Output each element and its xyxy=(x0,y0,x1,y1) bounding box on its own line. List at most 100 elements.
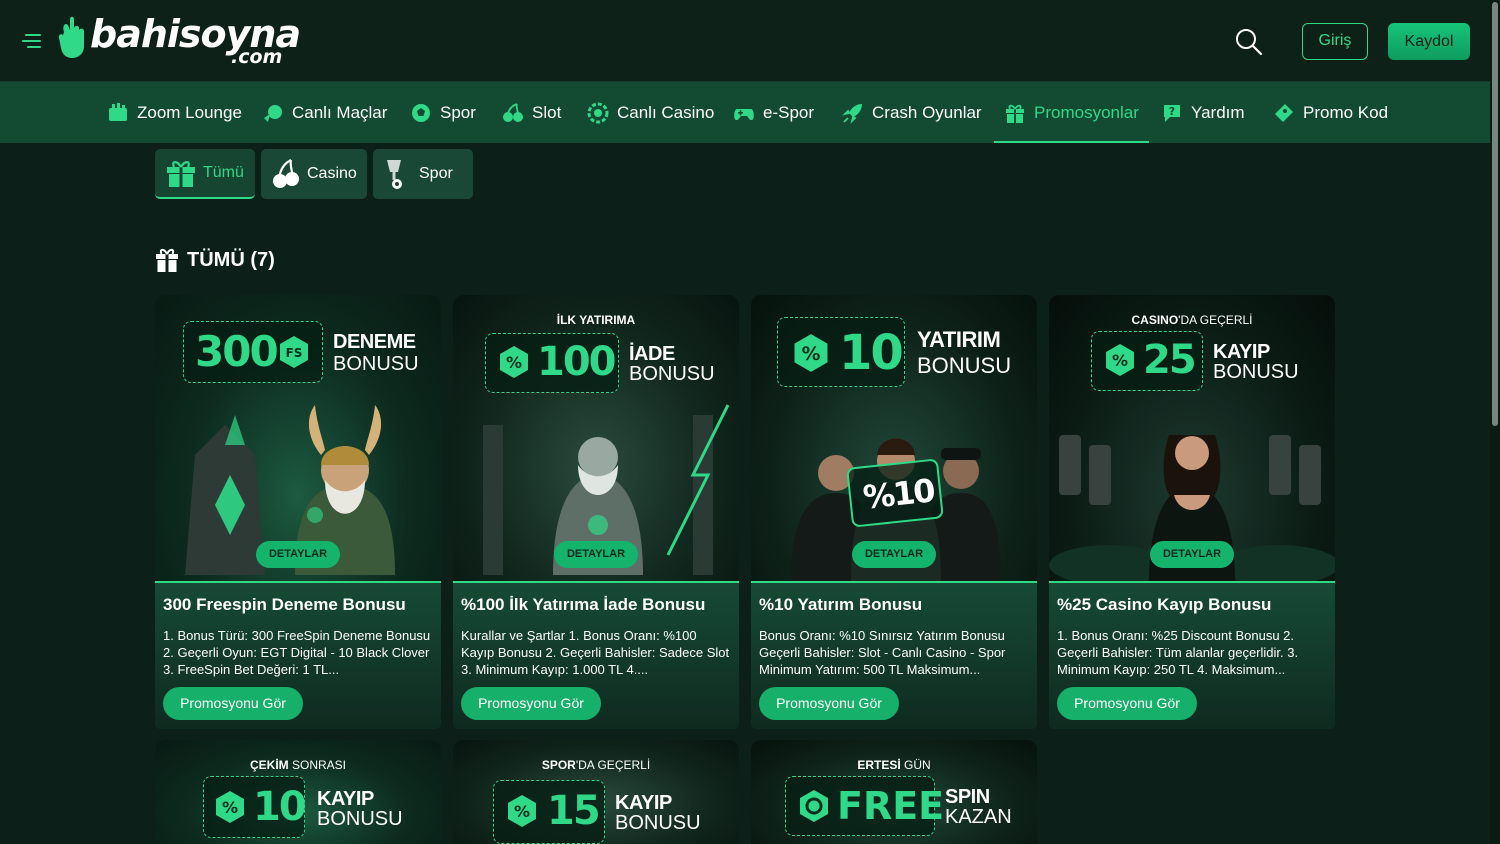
filter-tab-spor[interactable]: Spor xyxy=(373,149,473,199)
hero-word-secondary: BONUSU xyxy=(317,808,403,830)
promo-card: % 10 YATIRIM BONUSU %10 DETAYLAR %10 Yat… xyxy=(751,295,1037,729)
filter-label: Spor xyxy=(419,165,453,182)
menu-icon[interactable] xyxy=(19,32,41,50)
ticket-icon xyxy=(1275,103,1293,122)
help-icon: ? xyxy=(1164,104,1180,122)
promo-banner[interactable]: 300 FS DENEME BONUSU DETAYLAR xyxy=(155,295,441,581)
register-button[interactable]: Kaydol xyxy=(1388,23,1470,60)
details-button[interactable]: DETAYLAR xyxy=(852,541,936,568)
trophy-icon xyxy=(387,160,402,189)
promo-description: 1. Bonus Türü: 300 FreeSpin Deneme Bonus… xyxy=(163,628,431,677)
main-nav: Zoom Lounge Canlı Maçlar Spor Slot Canlı… xyxy=(0,82,1490,143)
promo-banner[interactable]: İLK YATIRIMA % 100 İADE BONUSU DETAYLAR xyxy=(453,295,739,581)
nav-item-canli-maclar[interactable]: Canlı Maçlar xyxy=(262,82,387,143)
view-promo-button[interactable]: Promosyonu Gör xyxy=(1057,687,1197,720)
cherry-icon xyxy=(503,102,523,122)
details-button[interactable]: DETAYLAR xyxy=(1150,541,1234,568)
percent-sign-text: %10 xyxy=(861,471,936,517)
nav-item-yardim[interactable]: ? Yardım xyxy=(1161,82,1245,143)
promo-banner[interactable]: ÇEKİM SONRASI % 10 KAYIP BONUSU xyxy=(155,740,441,844)
nav-item-promosyonlar[interactable]: Promosyonlar xyxy=(994,82,1149,143)
hero-caption: ERTESİ GÜN xyxy=(857,758,931,772)
nav-label: Slot xyxy=(532,102,562,122)
svg-text:%: % xyxy=(222,798,238,817)
section-title: TÜMÜ (7) xyxy=(187,248,275,271)
promo-title: %10 Yatırım Bonusu xyxy=(759,595,923,614)
nav-label: Canlı Casino xyxy=(617,102,715,122)
search-icon[interactable] xyxy=(1234,27,1264,57)
nav-item-spor[interactable]: Spor xyxy=(410,82,476,143)
promo-description: Bonus Oranı: %10 Sınırsız Yatırım Bonusu… xyxy=(759,628,1006,677)
hero-caption: İLK YATIRIMA xyxy=(556,313,636,327)
svg-text:%: % xyxy=(802,344,821,365)
hero-caption: CASINO'DA GEÇERLİ xyxy=(1131,313,1253,327)
brand-logo[interactable]: bahisoyna .com xyxy=(58,12,301,70)
view-promo-button[interactable]: Promosyonu Gör xyxy=(163,687,303,720)
svg-text:%: % xyxy=(1112,351,1128,370)
promo-banner[interactable]: ERTESİ GÜN FREE SPIN KAZAN xyxy=(751,740,1037,844)
details-button[interactable]: DETAYLAR xyxy=(554,541,638,568)
hero-caption: ÇEKİM SONRASI xyxy=(249,758,347,772)
svg-text:?: ? xyxy=(1169,105,1175,118)
bonus-value: 10 xyxy=(253,784,307,830)
promo-description: 1. Bonus Oranı: %25 Discount Bonusu 2. G… xyxy=(1057,628,1299,677)
hero-word-secondary: BONUSU xyxy=(1213,361,1299,383)
view-promo-button[interactable]: Promosyonu Gör xyxy=(759,687,899,720)
promo-card: SPOR'DA GEÇERLİ % 15 KAYIP BONUSU xyxy=(453,740,739,844)
promo-banner[interactable]: CASINO'DA GEÇERLİ % 25 KAYIP BONUSU DETA… xyxy=(1049,295,1335,581)
bonus-value: 25 xyxy=(1143,337,1197,383)
login-button[interactable]: Giriş xyxy=(1302,23,1368,60)
bonus-value: 15 xyxy=(547,788,601,834)
percent-hex-icon: % xyxy=(794,334,828,372)
nav-item-promo-kod[interactable]: Promo Kod xyxy=(1273,82,1388,143)
promo-card: CASINO'DA GEÇERLİ % 25 KAYIP BONUSU DETA… xyxy=(1049,295,1335,729)
promo-card-body: %10 Yatırım Bonusu Bonus Oranı: %10 Sını… xyxy=(751,581,1037,729)
promo-title: %25 Casino Kayıp Bonusu xyxy=(1057,595,1272,614)
hero-word-primary: YATIRIM xyxy=(917,327,1001,352)
nav-item-slot[interactable]: Slot xyxy=(502,82,561,143)
percent-hex-icon: % xyxy=(500,346,528,378)
filter-tab-casino[interactable]: Casino xyxy=(261,149,367,199)
section-heading: TÜMÜ (7) xyxy=(155,246,275,274)
nav-item-canli-casino[interactable]: Canlı Casino xyxy=(587,82,714,143)
filter-label: Tümü xyxy=(203,164,244,181)
view-promo-button[interactable]: Promosyonu Gör xyxy=(461,687,601,720)
hero-word-secondary: KAZAN xyxy=(945,806,1012,828)
promo-title: 300 Freespin Deneme Bonusu xyxy=(163,595,406,614)
promo-card: 300 FS DENEME BONUSU DETAYLAR 300 Freesp… xyxy=(155,295,441,729)
promo-banner[interactable]: % 10 YATIRIM BONUSU %10 DETAYLAR xyxy=(751,295,1037,581)
details-button[interactable]: DETAYLAR xyxy=(256,541,340,568)
nav-label: Canlı Maçlar xyxy=(292,102,388,122)
filter-label: Casino xyxy=(307,165,357,182)
promo-banner[interactable]: SPOR'DA GEÇERLİ % 15 KAYIP BONUSU xyxy=(453,740,739,844)
percent-hex-icon: % xyxy=(216,791,244,823)
hero-word-secondary: BONUSU xyxy=(615,812,701,834)
nav-item-crash-oyunlar[interactable]: Crash Oyunlar xyxy=(842,82,982,143)
hero-word-secondary: BONUSU xyxy=(333,353,419,375)
hero-word-primary: DENEME xyxy=(333,331,416,353)
top-header: bahisoyna .com Giriş Kaydol xyxy=(0,0,1490,82)
gift-icon xyxy=(167,161,195,187)
promo-card: İLK YATIRIMA % 100 İADE BONUSU DETAYLAR … xyxy=(453,295,739,729)
filter-tab-tumu[interactable]: Tümü xyxy=(155,149,255,199)
bonus-value: 300 xyxy=(195,327,279,376)
nav-label: Crash Oyunlar xyxy=(872,102,982,122)
promo-card-body: 300 Freespin Deneme Bonusu 1. Bonus Türü… xyxy=(155,581,441,729)
promo-card-body: %100 İlk Yatırıma İade Bonusu Kurallar v… xyxy=(453,581,739,729)
fs-hex-icon: FS xyxy=(280,336,308,368)
logo-hand-icon xyxy=(58,16,84,58)
promo-card-body: %25 Casino Kayıp Bonusu 1. Bonus Oranı: … xyxy=(1049,581,1335,729)
rocket-icon xyxy=(842,103,862,124)
hero-word-secondary: BONUSU xyxy=(917,353,1012,378)
casino-chip-icon xyxy=(587,102,609,123)
promo-card: ERTESİ GÜN FREE SPIN KAZAN xyxy=(751,740,1037,844)
svg-text:%: % xyxy=(514,802,530,821)
nav-label: Promosyonlar xyxy=(1034,102,1139,122)
scrollbar-thumb[interactable] xyxy=(1492,2,1498,426)
nav-item-zoom-lounge[interactable]: Zoom Lounge xyxy=(107,82,242,143)
hero-word-secondary: BONUSU xyxy=(629,363,715,385)
hero-caption: SPOR'DA GEÇERLİ xyxy=(541,758,651,772)
gamepad-icon xyxy=(734,108,754,120)
nav-item-e-spor[interactable]: e-Spor xyxy=(733,82,814,143)
svg-text:FS: FS xyxy=(286,346,303,360)
